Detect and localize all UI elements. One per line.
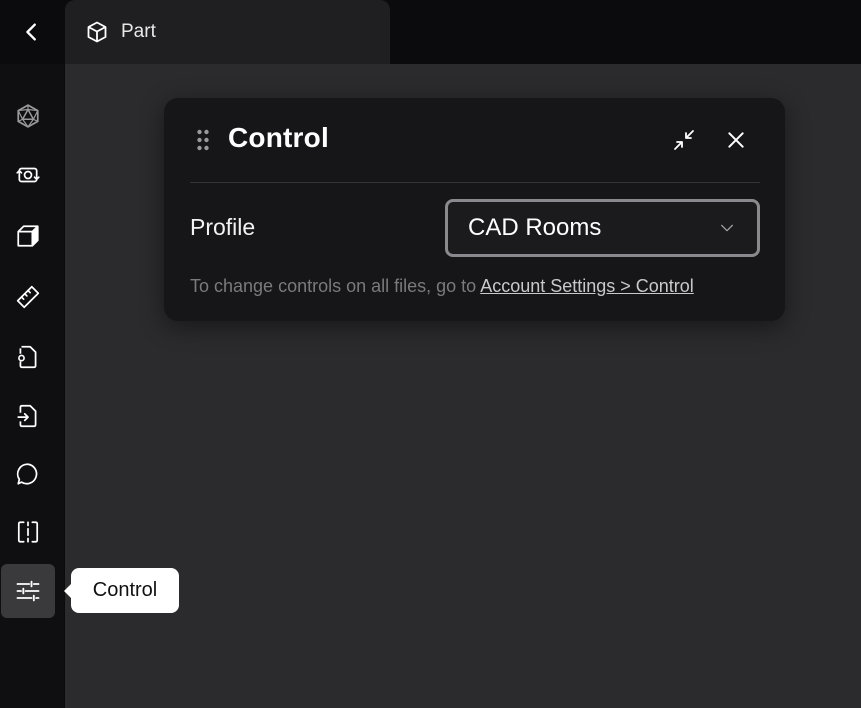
- chevron-down-icon: [721, 224, 733, 232]
- close-icon: [728, 132, 744, 148]
- back-button[interactable]: [0, 0, 64, 64]
- sidebar-item-measure[interactable]: [1, 270, 55, 324]
- polyhedron-icon: [17, 104, 39, 128]
- sliders-icon: [16, 580, 40, 602]
- profile-select[interactable]: CAD Rooms: [445, 199, 760, 257]
- section-split-icon: [17, 521, 39, 543]
- file-import-icon: [17, 404, 37, 428]
- collapse-button[interactable]: [667, 123, 701, 157]
- profile-select-value: CAD Rooms: [468, 214, 602, 241]
- comment-icon: [16, 463, 38, 485]
- close-button[interactable]: [719, 123, 753, 157]
- sidebar-item-comments[interactable]: [1, 447, 55, 501]
- box-icon: [17, 225, 39, 247]
- chevron-left-icon: [26, 23, 36, 41]
- control-tooltip: Control: [64, 568, 179, 613]
- sidebar-item-file-settings[interactable]: [1, 330, 55, 384]
- hint-text: To change controls on all files, go to A…: [190, 276, 694, 297]
- sidebar-item-parts[interactable]: [1, 89, 55, 143]
- sidebar-item-control[interactable]: [1, 564, 55, 618]
- tab-part[interactable]: Part: [65, 0, 390, 64]
- account-settings-link[interactable]: Account Settings > Control: [480, 276, 694, 296]
- sidebar-item-import[interactable]: [1, 389, 55, 443]
- top-bar: Part: [0, 0, 861, 64]
- collapse-icon: [674, 130, 694, 150]
- rotate-camera-icon: [16, 167, 40, 183]
- hint-text-prefix: To change controls on all files, go to: [190, 276, 481, 296]
- cube-icon: [87, 21, 107, 43]
- drag-handle-icon[interactable]: [196, 129, 210, 151]
- sidebar-item-3d[interactable]: [1, 209, 55, 263]
- left-toolbar: [0, 64, 64, 708]
- tab-label: Part: [121, 21, 156, 42]
- sidebar-item-section[interactable]: [1, 505, 55, 559]
- sidebar-item-view[interactable]: [1, 148, 55, 202]
- panel-divider: [190, 182, 760, 183]
- ruler-icon: [16, 285, 40, 309]
- profile-label: Profile: [190, 214, 256, 240]
- panel-title: Control: [228, 122, 329, 153]
- tooltip-label: Control: [92, 579, 158, 601]
- file-gear-icon: [18, 345, 37, 369]
- control-panel: Control Profile CAD Rooms To change cont…: [164, 98, 785, 321]
